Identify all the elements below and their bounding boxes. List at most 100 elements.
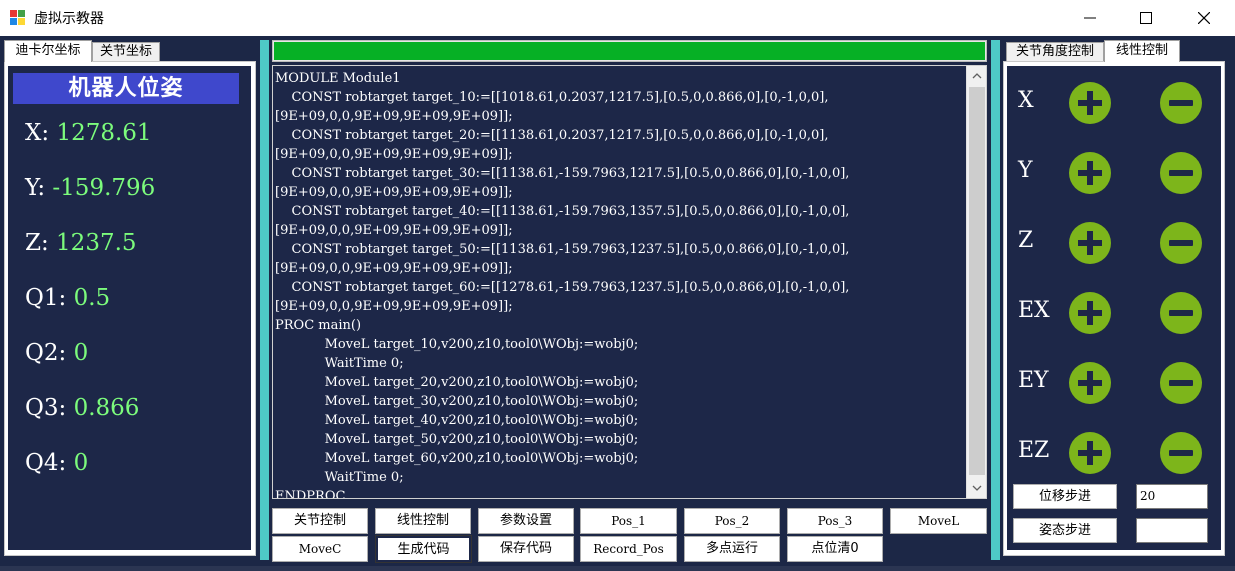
code-line: [9E+09,0,0,9E+09,9E+09,9E+09]]; [275, 261, 513, 276]
pose-label: Q1: [25, 285, 67, 311]
code-line: CONST robtarget target_20:=[[1138.61,0.2… [275, 128, 829, 143]
code-text[interactable]: MODULE Module1 CONST robtarget target_10… [275, 69, 965, 499]
code-line: ENDPROC [275, 489, 346, 499]
progress-fill [274, 42, 985, 60]
axis-label-x: X [1018, 88, 1034, 113]
scroll-thumb[interactable] [969, 87, 985, 475]
pose-label: Q2: [25, 340, 67, 366]
ey-minus-button[interactable] [1160, 362, 1202, 404]
minus-icon [1169, 310, 1193, 316]
pose-value: 0.866 [73, 395, 140, 421]
pose-row-y: Y: -159.796 [25, 173, 155, 203]
movec-button[interactable]: MoveC [272, 536, 368, 562]
axis-label-ex: EX [1018, 298, 1050, 323]
scroll-up-arrow[interactable] [967, 66, 986, 86]
title-bar: 虚拟示教器 [0, 0, 1235, 36]
code-line: CONST robtarget target_30:=[[1138.61,-15… [275, 166, 850, 181]
y-plus-button[interactable] [1069, 152, 1111, 194]
multi-point-run-button[interactable]: 多点运行 [684, 536, 780, 562]
linear-control-button[interactable]: 线性控制 [375, 508, 471, 534]
attitude-step-input[interactable] [1136, 518, 1208, 543]
z-plus-button[interactable] [1069, 222, 1111, 264]
code-textbox[interactable]: MODULE Module1 CONST robtarget target_10… [272, 65, 987, 499]
chevron-down-icon [972, 485, 982, 491]
code-line: MoveL target_50,v200,z10,tool0\WObj:=wob… [275, 432, 639, 447]
ex-plus-button[interactable] [1069, 292, 1111, 334]
code-line: MoveL target_30,v200,z10,tool0\WObj:=wob… [275, 394, 639, 409]
tab-linear-control[interactable]: 线性控制 [1104, 40, 1180, 62]
attitude-step-button[interactable]: 姿态步进 [1013, 518, 1117, 543]
plus-icon [1078, 91, 1102, 115]
code-line: [9E+09,0,0,9E+09,9E+09,9E+09]]; [275, 299, 513, 314]
tab-joint-angle-control[interactable]: 关节角度控制 [1006, 42, 1104, 62]
maximize-icon [1140, 12, 1152, 24]
parameter-settings-button[interactable]: 参数设置 [478, 508, 574, 534]
pose-row-x: X: 1278.61 [25, 118, 152, 148]
minus-icon [1169, 450, 1193, 456]
plus-icon [1078, 231, 1102, 255]
code-line: MoveL target_40,v200,z10,tool0\WObj:=wob… [275, 413, 639, 428]
code-line: WaitTime 0; [275, 470, 404, 485]
axis-label-ez: EZ [1018, 438, 1050, 463]
code-line: CONST robtarget target_50:=[[1138.61,-15… [275, 242, 850, 257]
pose-row-z: Z: 1237.5 [25, 228, 137, 258]
ey-plus-button[interactable] [1069, 362, 1111, 404]
right-divider-bar [991, 40, 1000, 560]
app-icon [10, 10, 26, 26]
pos-2-button[interactable]: Pos_2 [684, 508, 780, 534]
ez-plus-button[interactable] [1069, 432, 1111, 474]
minimize-button[interactable] [1067, 0, 1113, 36]
code-line: CONST robtarget target_10:=[[1018.61,0.2… [275, 90, 829, 105]
left-divider-bar [260, 40, 269, 560]
minimize-icon [1084, 17, 1096, 19]
axis-label-ey: EY [1018, 368, 1049, 393]
save-code-button[interactable]: 保存代码 [478, 536, 574, 562]
pose-header: 机器人位姿 [13, 73, 239, 104]
close-icon [1198, 12, 1210, 24]
plus-icon [1078, 441, 1102, 465]
movel-button[interactable]: MoveL [890, 508, 987, 534]
pose-value: 1237.5 [56, 230, 137, 256]
tab-joint-coords[interactable]: 关节坐标 [92, 42, 160, 62]
plus-icon [1078, 371, 1102, 395]
close-button[interactable] [1181, 0, 1227, 36]
pose-value: 0 [73, 340, 89, 366]
y-minus-button[interactable] [1160, 152, 1202, 194]
chevron-up-icon [972, 73, 982, 79]
x-minus-button[interactable] [1160, 82, 1202, 124]
window-title: 虚拟示教器 [34, 11, 104, 27]
x-plus-button[interactable] [1069, 82, 1111, 124]
axis-label-z: Z [1018, 228, 1034, 253]
code-line: MoveL target_10,v200,z10,tool0\WObj:=wob… [275, 337, 639, 352]
ex-minus-button[interactable] [1160, 292, 1202, 334]
scroll-down-arrow[interactable] [967, 478, 986, 498]
displacement-step-button[interactable]: 位移步进 [1013, 484, 1117, 509]
joint-control-button[interactable]: 关节控制 [272, 508, 368, 534]
pose-row-q3: Q3: 0.866 [25, 393, 139, 423]
pose-value: 0.5 [73, 285, 111, 311]
axis-label-y: Y [1018, 158, 1033, 183]
displacement-step-input[interactable]: 20 [1136, 484, 1208, 509]
record-pos-button[interactable]: Record_Pos [580, 536, 677, 562]
code-line: [9E+09,0,0,9E+09,9E+09,9E+09]]; [275, 223, 513, 238]
code-line: [9E+09,0,0,9E+09,9E+09,9E+09]]; [275, 185, 513, 200]
generate-code-button[interactable]: 生成代码 [375, 535, 472, 563]
code-line: MoveL target_20,v200,z10,tool0\WObj:=wob… [275, 375, 639, 390]
pose-label: Q4: [25, 450, 67, 476]
pose-label: Q3: [25, 395, 67, 421]
code-line: WaitTime 0; [275, 356, 404, 371]
tab-cartesian[interactable]: 迪卡尔坐标 [4, 40, 92, 62]
ez-minus-button[interactable] [1160, 432, 1202, 474]
plus-icon [1078, 301, 1102, 325]
z-minus-button[interactable] [1160, 222, 1202, 264]
pose-label: Z: [25, 230, 49, 256]
pose-row-q2: Q2: 0 [25, 338, 88, 368]
pos-1-button[interactable]: Pos_1 [580, 508, 677, 534]
vertical-scrollbar[interactable] [966, 66, 986, 498]
pos-3-button[interactable]: Pos_3 [787, 508, 883, 534]
maximize-button[interactable] [1123, 0, 1169, 36]
code-line: CONST robtarget target_40:=[[1138.61,-15… [275, 204, 850, 219]
clear-points-button[interactable]: 点位清0 [787, 536, 883, 562]
minus-icon [1169, 170, 1193, 176]
pose-row-q1: Q1: 0.5 [25, 283, 110, 313]
